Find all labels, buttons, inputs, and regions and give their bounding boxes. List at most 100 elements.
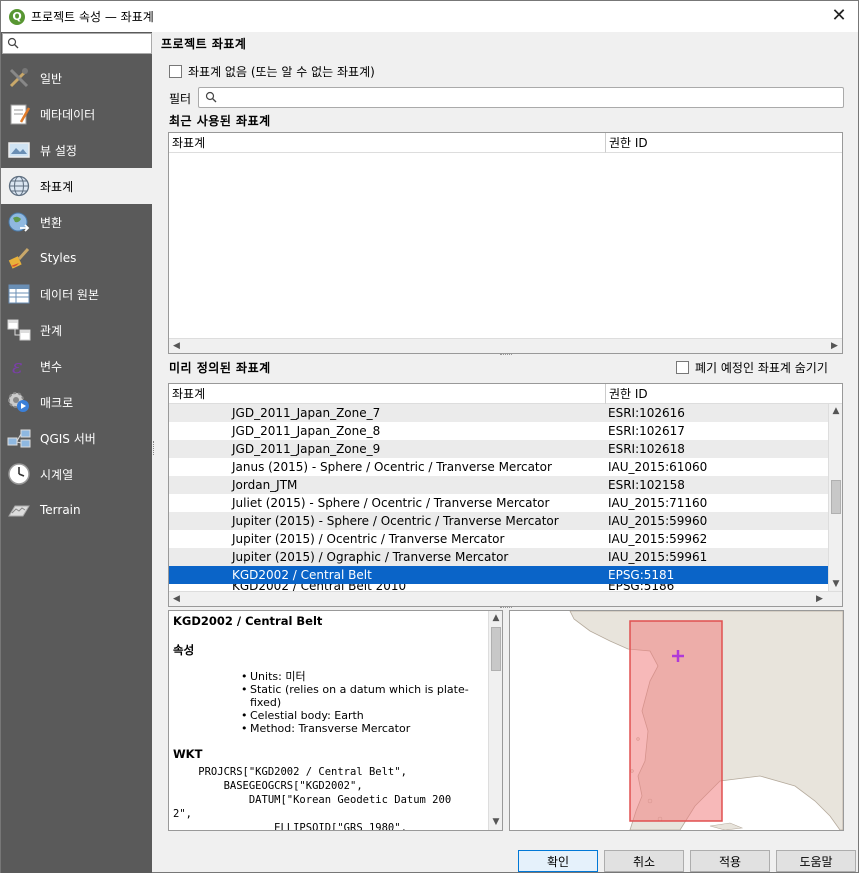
predefined-vscrollbar[interactable]: ▲ ▼	[828, 404, 842, 592]
styles-icon	[6, 245, 32, 271]
sidebar-item-label: 관계	[40, 323, 63, 338]
metadata-icon	[6, 101, 32, 127]
transform-icon	[6, 209, 32, 235]
no-crs-row: 좌표계 없음 (또는 알 수 없는 좌표계)	[169, 63, 375, 80]
variables-icon: ε	[6, 353, 32, 379]
crs-row[interactable]: Jupiter (2015) / Ocentric / Tranverse Me…	[169, 530, 830, 548]
sidebar-item-label: 매크로	[40, 395, 74, 410]
search-icon	[7, 37, 19, 49]
scroll-down-arrow-icon[interactable]: ▼	[489, 815, 502, 830]
column-header-crs[interactable]: 좌표계	[169, 384, 605, 404]
crs-row[interactable]: Juliet (2015) - Sphere / Ocentric / Tran…	[169, 494, 830, 512]
column-header-authority[interactable]: 권한 ID	[605, 384, 842, 404]
crs-globe-icon	[6, 173, 32, 199]
splitter-grip[interactable]	[500, 354, 512, 357]
scroll-right-arrow-icon[interactable]: ▶	[827, 339, 842, 353]
title-bar: Q 프로젝트 속성 — 좌표계 ✕	[1, 1, 858, 32]
no-crs-checkbox[interactable]	[169, 65, 182, 78]
predefined-crs-table[interactable]: 좌표계 권한 ID JGD_2011_Japan_Zone_7 ESRI:1026…	[168, 383, 843, 607]
column-header-crs[interactable]: 좌표계	[169, 133, 605, 153]
hide-deprecated-checkbox[interactable]	[676, 361, 689, 374]
scroll-down-arrow-icon[interactable]: ▼	[829, 577, 842, 592]
sidebar-item-label: 뷰 설정	[40, 143, 77, 158]
crs-extent-map[interactable]	[509, 610, 844, 831]
crs-row[interactable]: JGD_2011_Japan_Zone_7 ESRI:102616	[169, 404, 830, 422]
sidebar-item-label: 좌표계	[40, 179, 74, 194]
sidebar-search-input[interactable]	[2, 33, 152, 54]
no-crs-label: 좌표계 없음 (또는 알 수 없는 좌표계)	[188, 65, 375, 79]
crs-row-selected[interactable]: KGD2002 / Central Belt EPSG:5181	[169, 566, 830, 584]
column-header-authority[interactable]: 권한 ID	[605, 133, 842, 153]
project-properties-window: Q 프로젝트 속성 — 좌표계 ✕ 일반 메타데이터 뷰 설정 좌표계 변환 S…	[0, 0, 859, 873]
cancel-button[interactable]: 취소	[604, 850, 684, 872]
sidebar-item-label: 변수	[40, 359, 63, 374]
sidebar-item-view-settings[interactable]: 뷰 설정	[1, 132, 152, 168]
sidebar-item-styles[interactable]: Styles	[1, 240, 152, 276]
sidebar-item-data-sources[interactable]: 데이터 원본	[1, 276, 152, 312]
predefined-crs-title: 미리 정의된 좌표계	[169, 361, 271, 375]
properties-list: Units: 미터 Static (relies on a datum whic…	[241, 670, 488, 735]
hide-deprecated-label: 폐기 예정인 좌표계 숨기기	[695, 361, 828, 375]
predefined-hscrollbar[interactable]: ◀ ▶	[169, 591, 842, 606]
scroll-up-arrow-icon[interactable]: ▲	[489, 611, 502, 626]
wkt-heading: WKT	[173, 747, 203, 761]
sidebar-splitter[interactable]	[153, 441, 156, 455]
sidebar-item-qgis-server[interactable]: QGIS 서버	[1, 420, 152, 456]
general-tools-icon	[6, 65, 32, 91]
sidebar-item-temporal[interactable]: 시계열	[1, 456, 152, 492]
sidebar-item-transform[interactable]: 변환	[1, 204, 152, 240]
crs-row[interactable]: Jupiter (2015) / Ographic / Tranverse Me…	[169, 548, 830, 566]
search-icon	[205, 91, 217, 103]
filter-label: 필터	[169, 92, 192, 106]
sidebar-item-label: 메타데이터	[40, 107, 96, 122]
sidebar: 일반 메타데이터 뷰 설정 좌표계 변환 Styles 데이터 원본 관계 ε …	[1, 32, 152, 873]
sidebar-item-label: 데이터 원본	[40, 287, 100, 302]
ok-button[interactable]: 확인	[518, 850, 598, 872]
crs-details-panel: KGD2002 / Central Belt 속성 Units: 미터 Stat…	[168, 610, 503, 831]
property-item: Method: Transverse Mercator	[241, 722, 488, 735]
project-crs-title: 프로젝트 좌표계	[161, 37, 247, 51]
crs-row[interactable]: JGD_2011_Japan_Zone_9 ESRI:102618	[169, 440, 830, 458]
sidebar-item-terrain[interactable]: Terrain	[1, 492, 152, 528]
details-vscrollbar[interactable]: ▲ ▼	[488, 611, 502, 830]
sidebar-item-general[interactable]: 일반	[1, 60, 152, 96]
scroll-left-arrow-icon[interactable]: ◀	[169, 592, 184, 606]
sidebar-item-macros[interactable]: 매크로	[1, 384, 152, 420]
scroll-right-arrow-icon[interactable]: ▶	[812, 592, 827, 606]
sidebar-item-label: 일반	[40, 71, 63, 86]
crs-row[interactable]: JGD_2011_Japan_Zone_8 ESRI:102617	[169, 422, 830, 440]
recent-hscrollbar[interactable]: ◀ ▶	[169, 338, 842, 353]
scroll-left-arrow-icon[interactable]: ◀	[169, 339, 184, 353]
filter-input[interactable]	[198, 87, 844, 108]
temporal-icon	[6, 461, 32, 487]
recent-crs-table[interactable]: 좌표계 권한 ID ◀ ▶	[168, 132, 843, 354]
help-button[interactable]: 도움말	[776, 850, 856, 872]
window-title: 프로젝트 속성 — 좌표계	[31, 10, 154, 24]
data-sources-icon	[6, 281, 32, 307]
crs-row[interactable]: Janus (2015) - Sphere / Ocentric / Tranv…	[169, 458, 830, 476]
sidebar-item-label: Styles	[40, 251, 77, 265]
property-item: Units: 미터	[241, 670, 488, 683]
scroll-up-arrow-icon[interactable]: ▲	[829, 404, 842, 419]
terrain-icon	[6, 497, 32, 523]
crs-row[interactable]: Jordan_JTM ESRI:102158	[169, 476, 830, 494]
sidebar-item-metadata[interactable]: 메타데이터	[1, 96, 152, 132]
apply-button[interactable]: 적용	[690, 850, 770, 872]
qgis-icon: Q	[9, 8, 25, 25]
close-button[interactable]: ✕	[828, 5, 850, 27]
sidebar-item-variables[interactable]: ε 변수	[1, 348, 152, 384]
crs-details-content: KGD2002 / Central Belt 속성 Units: 미터 Stat…	[173, 614, 488, 831]
scroll-thumb[interactable]	[491, 627, 501, 671]
wkt-text: PROJCRS["KGD2002 / Central Belt", BASEGE…	[173, 766, 452, 831]
sidebar-item-crs[interactable]: 좌표계	[1, 168, 152, 204]
crs-details-title: KGD2002 / Central Belt	[173, 614, 323, 628]
sidebar-item-relations[interactable]: 관계	[1, 312, 152, 348]
view-settings-icon	[6, 137, 32, 163]
crs-page: 프로젝트 좌표계 좌표계 없음 (또는 알 수 없는 좌표계) 필터 최근 사용…	[158, 32, 858, 873]
sidebar-item-label: QGIS 서버	[40, 431, 96, 446]
crs-row[interactable]: Jupiter (2015) - Sphere / Ocentric / Tra…	[169, 512, 830, 530]
qgis-server-icon	[6, 425, 32, 451]
sidebar-item-label: 변환	[40, 215, 63, 230]
korea-map-graphic	[510, 611, 843, 830]
scroll-thumb[interactable]	[831, 480, 841, 514]
